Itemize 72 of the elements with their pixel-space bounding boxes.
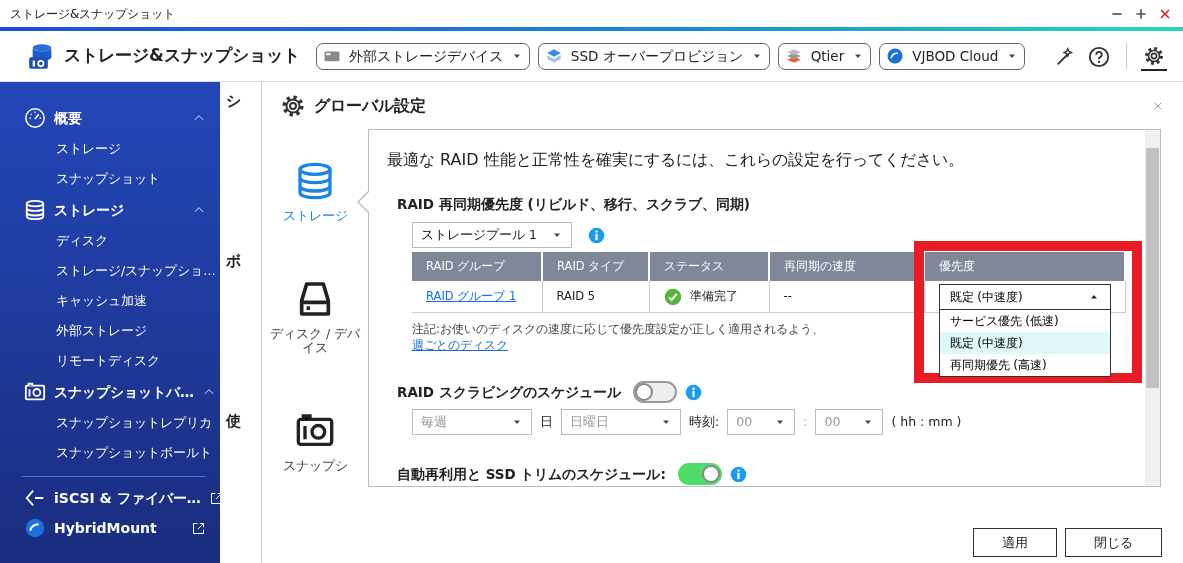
dialog-tab[interactable]: スナップシ [262, 379, 368, 504]
column-header: RAID タイプ [557, 259, 625, 274]
wand-icon [1054, 45, 1076, 68]
database-icon [295, 160, 335, 201]
raid-group-link[interactable]: RAID グループ 1 [426, 288, 517, 303]
settings-icon [1143, 44, 1165, 67]
pool-select[interactable]: ストレージプール 1 [412, 222, 572, 249]
toggle-switch[interactable] [632, 381, 677, 404]
menu-dropdown[interactable]: VJBOD Cloud [879, 42, 1026, 70]
menu-dropdown[interactable]: 外部ストレージデバイス [315, 42, 530, 70]
sidebar-item[interactable]: ディスク [0, 226, 220, 256]
sidebar-item[interactable]: ストレージ [0, 134, 220, 164]
field-label: 日 [540, 412, 553, 431]
dialog-tab[interactable]: ストレージ [262, 129, 368, 254]
sidebar-group-label[interactable]: ストレージ [54, 199, 184, 221]
sidebar-item[interactable]: スナップショットボールト [0, 438, 220, 468]
section-title: RAID 再同期優先度 (リビルド、移行、スクラブ、同期) [397, 195, 751, 214]
sidebar-item[interactable]: スナップショットレプリカ [0, 408, 220, 438]
section-title: RAID スクラビングのスケジュール [397, 383, 621, 402]
info-icon[interactable] [588, 226, 605, 244]
note-text: 注記:お使いのディスクの速度に応じて優先度設定が正しく適用されるよう、 週ごとのディスク [412, 320, 826, 354]
time-separator: : [803, 412, 808, 431]
external-link-icon[interactable] [191, 520, 206, 536]
disk-test-link[interactable]: 週ごとのディスク [412, 337, 508, 352]
sidebar-link[interactable]: iSCSI & ファイバー… [54, 487, 201, 509]
info-icon[interactable] [684, 383, 702, 401]
table-cell: RAID 5 [556, 288, 596, 303]
check-icon [663, 287, 682, 306]
column-header: ステータス [664, 259, 724, 274]
menu-dropdown[interactable]: SSD オーバープロビジョン [537, 42, 770, 70]
gear-icon [280, 92, 306, 119]
camera-icon [24, 381, 46, 403]
external-link-icon[interactable] [208, 490, 220, 506]
dialog-tab[interactable]: ディスク / デバイス [262, 254, 368, 379]
dialog-button[interactable]: 適用 [973, 528, 1057, 557]
status-text: 準備完了 [689, 287, 738, 305]
scrollbar[interactable] [1145, 130, 1160, 486]
gauge-icon [24, 107, 46, 129]
sidebar-item[interactable]: キャッシュ加速 [0, 286, 220, 316]
sidebar-group-label[interactable]: スナップショットバ… [54, 381, 194, 403]
sidebar-item[interactable]: 外部ストレージ [0, 316, 220, 346]
page-heading-fragment: 使 [226, 412, 241, 430]
cloud-icon [24, 517, 46, 539]
description-text: 最適な RAID 性能と正常性を確実にするには、これらの設定を行ってください。 [387, 149, 965, 171]
section-title: 自動再利用と SSD トリムのスケジュール: [397, 465, 666, 484]
dialog-button[interactable]: 閉じる [1065, 528, 1162, 557]
dialog-title: グローバル設定 [314, 94, 427, 117]
cloud-icon [886, 47, 905, 65]
sidebar-item[interactable]: ストレージ/スナップショ… [0, 256, 220, 286]
toggle-switch[interactable] [677, 463, 722, 486]
app-title: ストレージ&スナップショット [64, 44, 300, 68]
info-icon[interactable] [729, 465, 747, 483]
window-title: ストレージ&スナップショット [10, 5, 176, 23]
database-icon [24, 199, 46, 221]
column-header: 再同期の速度 [784, 259, 856, 274]
cube-icon [544, 47, 563, 65]
page-heading-fragment: ボ [226, 252, 241, 270]
sidebar-link[interactable]: HybridMount [54, 517, 183, 539]
column-header: 優先度 [939, 259, 975, 274]
help-icon [1088, 45, 1110, 68]
priority-select[interactable]: 既定 (中速度) [938, 283, 1111, 310]
page-heading-fragment: シ [226, 92, 241, 110]
menu-dropdown[interactable]: Qtier [777, 42, 872, 70]
field-label: 時刻: [689, 412, 720, 431]
dropdown-option[interactable]: 既定 (中速度) [939, 332, 1110, 355]
column-header: RAID グループ [426, 259, 506, 274]
table-cell: -- [783, 288, 792, 303]
sidebar-item[interactable]: リモートディスク [0, 346, 220, 376]
sidebar-group-label[interactable]: 概要 [54, 107, 184, 129]
field-label: ( hh : mm ) [891, 412, 962, 431]
arrow-icon [24, 487, 46, 509]
sidebar-item[interactable]: スナップショット [0, 164, 220, 194]
